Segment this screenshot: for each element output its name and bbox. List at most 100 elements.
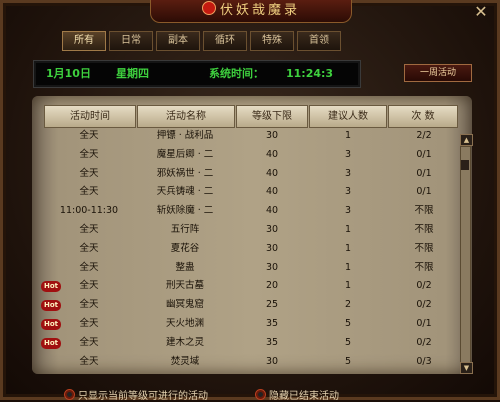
filter-level-option[interactable]: 只显示当前等级可进行的活动	[64, 389, 208, 402]
col-header-people[interactable]: 建议人数	[309, 105, 387, 128]
col-header-level[interactable]: 等级下限	[236, 105, 308, 128]
tab-bar: 所有 日常 副本 循环 特殊 首领	[62, 31, 341, 51]
row-people: 5	[344, 355, 352, 367]
row-count: 0/2	[416, 299, 432, 311]
row-people: 1	[344, 261, 352, 273]
table-row[interactable]: 11:00-11:30 斩妖除魔 · 二 40 3 不限	[44, 202, 456, 221]
row-activity-name: 天兵铸魂 · 二	[156, 186, 214, 198]
hot-badge: Hot	[41, 319, 61, 330]
status-weekday: 星期四	[116, 67, 149, 80]
filter-level-label: 只显示当前等级可进行的活动	[78, 391, 208, 402]
row-level: 30	[265, 242, 279, 254]
hot-badge: Hot	[41, 281, 61, 293]
row-people: 1	[344, 280, 352, 292]
status-bar: 1月10日 星期四 系统时间： 11:24:3	[33, 60, 361, 88]
row-count: 不限	[414, 242, 434, 254]
scroll-down-icon[interactable]: ▼	[460, 362, 473, 374]
row-count: 0/2	[416, 280, 432, 292]
row-level: 25	[265, 299, 279, 311]
row-people: 1	[344, 242, 352, 254]
table-row[interactable]: 全天 押镖 · 战利品 30 1 2/2	[44, 127, 456, 146]
table-row[interactable]: 全天 邪妖祸世 · 二 40 3 0/1	[44, 165, 456, 184]
row-time: 全天	[79, 261, 99, 273]
scrollbar-thumb[interactable]	[461, 160, 469, 170]
status-time: 11:24:3	[286, 67, 334, 80]
row-activity-name: 焚灵域	[170, 355, 200, 367]
row-people: 3	[344, 205, 352, 217]
table-row[interactable]: 全天 五行阵 30 1 不限	[44, 221, 456, 240]
table-row[interactable]: 全天 夏花谷 30 1 不限	[44, 240, 456, 259]
row-activity-name: 魔星后卿 · 二	[156, 148, 214, 160]
hide-finished-label: 隐藏已结束活动	[269, 391, 339, 402]
row-people: 5	[344, 318, 352, 329]
row-time: 全天	[79, 242, 99, 254]
row-level: 30	[265, 355, 279, 367]
scrollbar-track[interactable]	[460, 146, 471, 366]
tab-boss[interactable]: 首领	[297, 31, 341, 51]
row-people: 5	[344, 336, 352, 348]
row-level: 30	[265, 224, 279, 235]
table-row[interactable]: 全天 焚灵域 30 5 0/3	[44, 353, 456, 372]
row-people: 1	[344, 224, 352, 235]
table-row[interactable]: 全天 天兵铸魂 · 二 40 3 0/1	[44, 183, 456, 202]
tab-dungeon[interactable]: 副本	[156, 31, 200, 51]
row-count: 不限	[414, 224, 434, 235]
window-title-bar: 伏妖哉魔录	[150, 0, 352, 23]
row-count: 不限	[414, 261, 434, 273]
row-count: 0/1	[416, 148, 432, 160]
table-row[interactable]: 全天 天火地渊 35 5 0/1	[44, 315, 456, 334]
tab-special[interactable]: 特殊	[250, 31, 294, 51]
table-row[interactable]: 全天 整蛊 30 1 不限	[44, 259, 456, 278]
radio-icon[interactable]	[64, 389, 75, 400]
row-activity-name: 幽冥鬼窟	[165, 299, 204, 311]
row-activity-name: 整蛊	[175, 261, 195, 273]
row-level: 35	[265, 318, 279, 329]
close-icon[interactable]: ✕	[468, 2, 494, 22]
col-header-name[interactable]: 活动名称	[137, 105, 235, 128]
hot-badge: Hot	[41, 300, 61, 312]
row-activity-name: 建木之灵	[165, 336, 204, 348]
row-level: 40	[265, 148, 279, 160]
seal-icon	[201, 1, 216, 15]
row-people: 3	[344, 167, 352, 179]
status-time-label: 系统时间：	[209, 67, 264, 80]
row-people: 1	[344, 130, 352, 141]
row-time: 全天	[79, 186, 99, 198]
tab-daily[interactable]: 日常	[109, 31, 153, 51]
scroll-up-icon[interactable]: ▲	[460, 134, 473, 146]
tab-cycle[interactable]: 循环	[203, 31, 247, 51]
row-level: 20	[265, 280, 279, 292]
row-activity-name: 邪妖祸世 · 二	[156, 167, 214, 179]
row-time: 全天	[79, 224, 99, 235]
weekly-activities-button[interactable]: 一周活动	[404, 64, 472, 82]
table-row[interactable]: 全天 魔星后卿 · 二 40 3 0/1	[44, 146, 456, 165]
row-level: 40	[265, 205, 279, 217]
row-count: 0/3	[416, 355, 432, 367]
row-count: 0/1	[416, 167, 432, 179]
row-activity-name: 夏花谷	[170, 242, 200, 254]
row-level: 40	[265, 167, 279, 179]
row-activity-name: 押镖 · 战利品	[156, 130, 214, 141]
row-people: 3	[344, 186, 352, 198]
table-row[interactable]: 全天 刑天古墓 20 1 0/2	[44, 277, 456, 296]
tab-all[interactable]: 所有	[62, 31, 106, 51]
col-header-time[interactable]: 活动时间	[44, 105, 136, 128]
row-activity-name: 斩妖除魔 · 二	[156, 205, 214, 217]
hot-badge: Hot	[41, 337, 61, 349]
row-count: 不限	[414, 205, 434, 217]
row-people: 2	[344, 299, 352, 311]
row-activity-name: 刑天古墓	[165, 280, 204, 292]
hide-finished-option[interactable]: 隐藏已结束活动	[255, 389, 339, 402]
row-level: 30	[265, 130, 279, 141]
row-level: 40	[265, 186, 279, 198]
row-time: 全天	[79, 148, 99, 160]
table-row[interactable]: 全天 幽冥鬼窟 25 2 0/2	[44, 296, 456, 315]
row-count: 0/2	[416, 336, 432, 348]
radio-icon[interactable]	[255, 389, 266, 400]
row-count: 0/1	[416, 318, 432, 329]
table-row[interactable]: 全天 建木之灵 35 5 0/2	[44, 334, 456, 353]
row-activity-name: 五行阵	[170, 224, 200, 235]
status-date: 1月10日	[46, 67, 91, 80]
row-time: 11:00-11:30	[59, 205, 119, 217]
col-header-count[interactable]: 次 数	[388, 105, 458, 128]
